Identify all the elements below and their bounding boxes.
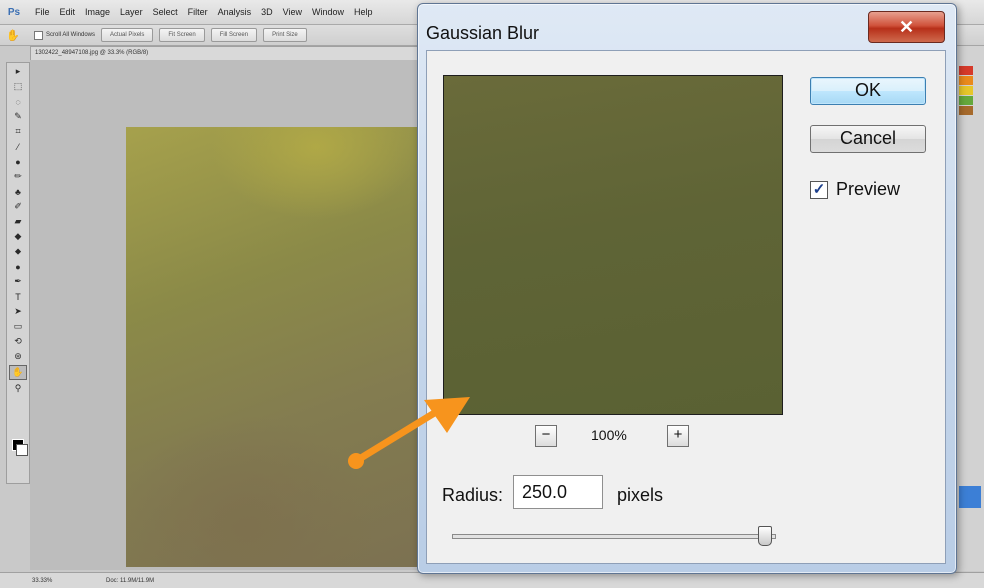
zoom-in-button[interactable]: +	[667, 425, 689, 447]
preview-checkbox-box[interactable]: ✓	[810, 180, 828, 199]
history-brush-tool-icon[interactable]: ✐	[10, 200, 26, 213]
3d-rotate-tool-icon[interactable]: ⟲	[10, 335, 26, 348]
menu-3d[interactable]: 3D	[261, 7, 273, 17]
radius-input[interactable]	[513, 475, 603, 509]
swatch-brown[interactable]	[959, 106, 973, 115]
document-info[interactable]: Doc: 11.9M/11.9M	[106, 578, 154, 584]
quick-select-tool-icon[interactable]: ✎	[10, 110, 26, 123]
path-select-tool-icon[interactable]: ➤	[10, 305, 26, 318]
3d-camera-tool-icon[interactable]: ⊛	[10, 350, 26, 363]
menu-help[interactable]: Help	[354, 7, 373, 17]
checkmark-icon: ✓	[812, 181, 826, 198]
layer-thumbnail[interactable]	[959, 486, 981, 508]
swatch-orange[interactable]	[959, 76, 973, 85]
background-color-swatch[interactable]	[16, 444, 28, 456]
hand-tool-panel-icon[interactable]: ✋	[9, 365, 27, 380]
dialog-title: Gaussian Blur	[426, 23, 540, 43]
stamp-tool-icon[interactable]: ♣	[10, 185, 26, 198]
menu-edit[interactable]: Edit	[60, 7, 76, 17]
eyedropper-tool-icon[interactable]: ⁄	[10, 140, 26, 153]
scroll-all-windows-checkbox[interactable]: Scroll All Windows	[34, 30, 96, 40]
menu-select[interactable]: Select	[153, 7, 178, 17]
blurred-photo	[126, 127, 420, 567]
menu-filter[interactable]: Filter	[188, 7, 208, 17]
print-size-button[interactable]: Print Size	[263, 28, 307, 42]
move-tool-icon[interactable]: ▸	[10, 65, 26, 78]
menu-image[interactable]: Image	[85, 7, 110, 17]
swatch-yellow[interactable]	[959, 86, 973, 95]
shape-tool-icon[interactable]: ▭	[10, 320, 26, 333]
gradient-tool-icon[interactable]: ◆	[10, 230, 26, 243]
status-bar: 33.33% Doc: 11.9M/11.9M	[0, 572, 984, 588]
menu-window[interactable]: Window	[312, 7, 344, 17]
swatch-red[interactable]	[959, 66, 973, 75]
radius-slider-thumb[interactable]	[758, 526, 773, 546]
actual-pixels-button[interactable]: Actual Pixels	[101, 28, 154, 42]
tools-panel: ▸ ⬚ ◌ ✎ ⌗ ⁄ ● ✏ ♣ ✐ ▰ ◆ ⬥ ● ✒ T ➤ ▭ ⟲ ⊛ …	[6, 62, 30, 484]
photoshop-logo: Ps	[7, 6, 21, 18]
dodge-tool-icon[interactable]: ●	[10, 260, 26, 273]
radius-units-label: pixels	[617, 485, 664, 505]
menu-file[interactable]: File	[35, 7, 50, 17]
dialog-body: − 100% + OK Cancel ✓ Preview Radius: pix…	[426, 50, 946, 564]
radius-label: Radius:	[442, 485, 504, 505]
ok-button[interactable]: OK	[810, 77, 926, 105]
blur-tool-icon[interactable]: ⬥	[10, 245, 26, 258]
marquee-tool-icon[interactable]: ⬚	[10, 80, 26, 93]
zoom-out-button[interactable]: −	[535, 425, 557, 447]
fill-screen-button[interactable]: Fill Screen	[210, 28, 258, 42]
swatch-green[interactable]	[959, 96, 973, 105]
document-tab[interactable]: 1302422_48947108.jpg @ 33.3% (RGB/8)	[30, 46, 426, 60]
canvas-area	[30, 60, 420, 570]
zoom-tool-icon[interactable]: ⚲	[10, 382, 26, 395]
preview-label: Preview	[836, 179, 901, 199]
filter-preview[interactable]	[443, 75, 783, 415]
scroll-all-windows-label: Scroll All Windows	[46, 32, 96, 38]
menu-layer[interactable]: Layer	[120, 7, 143, 17]
crop-tool-icon[interactable]: ⌗	[10, 125, 26, 138]
cancel-button[interactable]: Cancel	[810, 125, 926, 153]
pen-tool-icon[interactable]: ✒	[10, 275, 26, 288]
brush-tool-icon[interactable]: ✏	[10, 170, 26, 183]
close-button[interactable]: ✕	[868, 11, 945, 43]
checkbox-box	[34, 30, 43, 40]
preview-zoom-level: 100%	[591, 427, 627, 443]
menu-view[interactable]: View	[283, 7, 302, 17]
gaussian-blur-dialog: Gaussian Blur ✕ − 100% + OK Cancel ✓ Pre…	[417, 3, 957, 574]
radius-slider-track[interactable]	[452, 534, 776, 539]
close-icon: ✕	[898, 17, 915, 37]
hand-tool-icon[interactable]: ✋	[6, 28, 20, 42]
healing-tool-icon[interactable]: ●	[10, 155, 26, 168]
lasso-tool-icon[interactable]: ◌	[10, 95, 26, 108]
type-tool-icon[interactable]: T	[10, 290, 26, 303]
swatches-panel	[959, 66, 973, 116]
menu-analysis[interactable]: Analysis	[218, 7, 252, 17]
eraser-tool-icon[interactable]: ▰	[10, 215, 26, 228]
zoom-readout[interactable]: 33.33%	[32, 578, 62, 584]
fit-screen-button[interactable]: Fit Screen	[159, 28, 205, 42]
preview-checkbox[interactable]: ✓ Preview	[810, 179, 900, 200]
